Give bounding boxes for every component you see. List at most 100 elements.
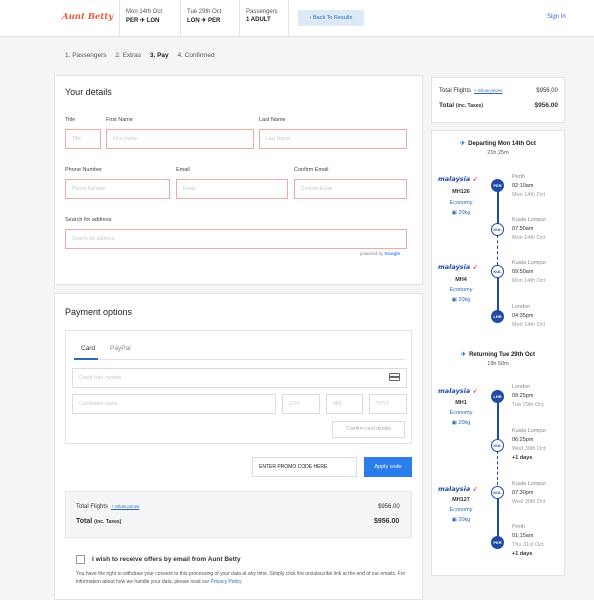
airline-tail-icon: ➶ bbox=[470, 263, 479, 271]
total-flights-row: Total Flights + Show prices bbox=[76, 504, 139, 510]
stop-date: Wed 30th Oct bbox=[512, 499, 546, 505]
passengers-label: Passengers bbox=[246, 9, 278, 15]
address-search-input[interactable]: Search for address bbox=[65, 229, 407, 249]
promo-code-input[interactable]: ENTER PROMO CODE HERE bbox=[252, 457, 357, 477]
cardholder-name-input[interactable]: Cardholder name bbox=[72, 394, 276, 414]
expiry-month-input[interactable]: MM bbox=[326, 394, 363, 414]
show-prices-link[interactable]: + Show prices bbox=[111, 504, 139, 509]
stop-info: London 09:25pm Tue 29th Oct bbox=[512, 383, 544, 410]
stop-date: Mon 14th Oct bbox=[512, 235, 546, 241]
stop-city: Kuala Lumpur bbox=[512, 217, 547, 223]
payment-options-title: Payment options bbox=[65, 307, 133, 317]
step-extras[interactable]: 2. Extras bbox=[115, 52, 141, 59]
back-to-results-label: Back To Results bbox=[313, 15, 353, 21]
tab-paypal[interactable]: PayPal bbox=[110, 345, 131, 352]
your-details-title: Your details bbox=[65, 87, 112, 97]
sidebar-total-value: $956.00 bbox=[534, 102, 559, 109]
baggage-weight: 20kg bbox=[458, 517, 471, 523]
top-bar: Aunt Betty Mon 14th Oct PER ✈ LON Tue 29… bbox=[0, 0, 594, 37]
stop-date: Mon 14th Oct bbox=[512, 322, 546, 328]
stop-node: KUL bbox=[491, 223, 504, 236]
stop-date: Thu 31st Oct bbox=[512, 542, 544, 548]
stop-city: Kuala Lumpur bbox=[512, 428, 547, 434]
privacy-policy-link[interactable]: Privacy Policy bbox=[211, 579, 242, 585]
grand-total-value: $956.00 bbox=[374, 518, 400, 525]
aunt-betty-logo[interactable]: Aunt Betty bbox=[62, 12, 113, 22]
first-name-input[interactable]: First Name bbox=[106, 129, 254, 149]
stop-node: PER bbox=[491, 536, 504, 549]
phone-input[interactable]: Phone Number bbox=[65, 179, 170, 199]
departing-title: Departing Mon 14th Oct bbox=[468, 141, 536, 147]
flight-line bbox=[497, 191, 499, 226]
stop-time: 07:30pm bbox=[512, 490, 534, 496]
malaysia-airlines-logo: malaysia ➶ bbox=[438, 263, 478, 271]
booking-steps: 1. Passengers 2. Extras 3. Pay 4. Confir… bbox=[65, 52, 222, 59]
stop-city: Perth bbox=[512, 524, 526, 530]
airline-name: malaysia bbox=[438, 175, 471, 183]
departing-heading: ✈ Departing Mon 14th Oct bbox=[431, 140, 565, 147]
depart-date: Mon 14th Oct bbox=[126, 9, 163, 15]
passengers-value: 1 ADULT bbox=[246, 17, 271, 23]
stop-info: Kuala Lumpur 09:50am Mon 14th Oct bbox=[512, 259, 546, 286]
departing-duration: 21h 25m bbox=[487, 150, 509, 156]
stop-date: Mon 14th Oct bbox=[512, 278, 546, 284]
first-name-label: First Name bbox=[106, 117, 133, 123]
flight-number: MH4 bbox=[455, 277, 467, 283]
sidebar-flights-value: $956.00 bbox=[536, 88, 558, 94]
card-number-input[interactable]: Credit card number bbox=[72, 368, 407, 388]
flight-line bbox=[497, 498, 499, 536]
flight-number: MH127 bbox=[452, 497, 470, 503]
offers-checkbox[interactable] bbox=[76, 555, 85, 564]
email-input[interactable]: Email bbox=[176, 179, 288, 199]
title-label: Title bbox=[65, 117, 76, 123]
sign-in-link[interactable]: Sign In bbox=[547, 14, 566, 20]
step-pay: 3. Pay bbox=[149, 52, 169, 59]
sidebar-total-row: Total (inc. Taxes) bbox=[439, 102, 483, 109]
title-select[interactable]: Title bbox=[65, 129, 101, 149]
cvv-input[interactable]: CVV bbox=[282, 394, 320, 414]
powered-by-prefix: powered by bbox=[360, 251, 384, 256]
address-label: Search for address bbox=[65, 217, 112, 223]
stop-time: 07:50am bbox=[512, 226, 534, 232]
stop-time: 01:15am bbox=[512, 533, 534, 539]
layover-line bbox=[497, 451, 498, 485]
tab-divider bbox=[74, 359, 405, 360]
stop-info: Perth 02:10am Mon 14th Oct bbox=[512, 173, 545, 200]
sidebar-show-prices-link[interactable]: + Show prices bbox=[474, 88, 502, 93]
airline-name: malaysia bbox=[438, 387, 471, 395]
phone-label: Phone Number bbox=[65, 167, 102, 173]
sidebar-total-suffix: (inc. Taxes) bbox=[455, 103, 483, 109]
flight-number: MH1 bbox=[455, 400, 467, 406]
day-offset: +1 days bbox=[512, 455, 533, 461]
stop-node: PER bbox=[491, 179, 504, 192]
last-name-label: Last Name bbox=[259, 117, 286, 123]
malaysia-airlines-logo: malaysia ➶ bbox=[438, 387, 478, 395]
tab-card[interactable]: Card bbox=[81, 345, 95, 352]
apply-code-button[interactable]: Apply code bbox=[364, 457, 412, 477]
cabin-class: Economy bbox=[449, 287, 473, 293]
stop-node: LHR bbox=[491, 310, 504, 323]
step-passengers[interactable]: 1. Passengers bbox=[65, 52, 107, 59]
offers-label: I wish to receive offers by email from A… bbox=[92, 556, 241, 563]
plane-arrival-icon: ✈ bbox=[461, 352, 467, 358]
confirm-email-label: Confirm Email bbox=[294, 167, 329, 173]
depart-summary: Mon 14th Oct PER ✈ LON bbox=[119, 0, 177, 37]
stop-node: LHR bbox=[491, 390, 504, 403]
stop-info: London 04:35pm Mon 14th Oct bbox=[512, 303, 545, 330]
baggage-allowance: ▣ 20kg bbox=[438, 210, 484, 216]
stop-node: KUL bbox=[491, 439, 504, 452]
grand-total-row: Total (inc. Taxes) bbox=[76, 518, 121, 525]
stop-info: Perth 01:15am Thu 31st Oct +1 days bbox=[512, 523, 544, 559]
confirm-card-details-button[interactable]: Confirm card details bbox=[332, 421, 405, 438]
sidebar-flights-label: Total Flights bbox=[439, 88, 472, 94]
expiry-year-input[interactable]: YYYY bbox=[369, 394, 407, 414]
confirm-email-input[interactable]: Confirm Email bbox=[294, 179, 407, 199]
stop-city: Kuala Lumpur bbox=[512, 481, 547, 487]
total-flights-label: Total Flights bbox=[76, 504, 109, 510]
grand-total-label: Total bbox=[76, 518, 93, 525]
stop-time: 09:50am bbox=[512, 269, 534, 275]
back-to-results-button[interactable]: ‹ Back To Results bbox=[298, 10, 364, 26]
airline-tail-icon: ➶ bbox=[470, 485, 479, 493]
return-date: Tue 29th Oct bbox=[187, 9, 222, 15]
last-name-input[interactable]: Last Name bbox=[259, 129, 407, 149]
